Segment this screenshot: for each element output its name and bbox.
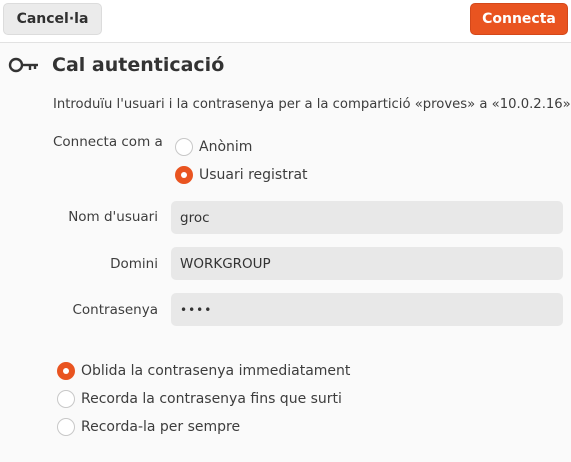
username-field[interactable]: groc [171, 201, 563, 234]
dialog-description: Introduïu l'usuari i la contrasenya per … [53, 97, 571, 112]
radio-remember-forever[interactable]: Recorda-la per sempre [57, 418, 240, 436]
radio-button[interactable] [57, 390, 75, 408]
radio-button[interactable] [57, 418, 75, 436]
radio-registered-user[interactable]: Usuari registrat [175, 166, 308, 184]
dialog-title: Cal autenticació [52, 54, 225, 76]
radio-button[interactable] [175, 166, 193, 184]
radio-anonymous[interactable]: Anònim [175, 138, 252, 156]
radio-label: Oblida la contrasenya immediatament [81, 363, 351, 379]
radio-button[interactable] [175, 138, 193, 156]
connect-button[interactable]: Connecta [470, 3, 568, 35]
radio-label: Anònim [199, 139, 253, 155]
radio-remember-until-logout[interactable]: Recorda la contrasenya fins que surti [57, 390, 342, 408]
domain-field[interactable]: WORKGROUP [171, 247, 563, 280]
radio-label: Usuari registrat [199, 167, 308, 183]
password-field[interactable]: •••• [171, 293, 563, 326]
password-label: Contrasenya [72, 302, 158, 318]
username-label: Nom d'usuari [68, 209, 158, 225]
dialog-title-row: Cal autenticació [8, 54, 224, 76]
key-icon [8, 56, 40, 74]
connect-as-label: Connecta com a [53, 134, 163, 150]
domain-label: Domini [110, 256, 158, 272]
header-bar: Cancel·la Connecta [0, 0, 571, 43]
radio-button[interactable] [57, 362, 75, 380]
radio-forget-immediately[interactable]: Oblida la contrasenya immediatament [57, 362, 350, 380]
radio-label: Recorda la contrasenya fins que surti [81, 391, 342, 407]
cancel-button[interactable]: Cancel·la [3, 3, 102, 35]
radio-label: Recorda-la per sempre [81, 419, 241, 435]
